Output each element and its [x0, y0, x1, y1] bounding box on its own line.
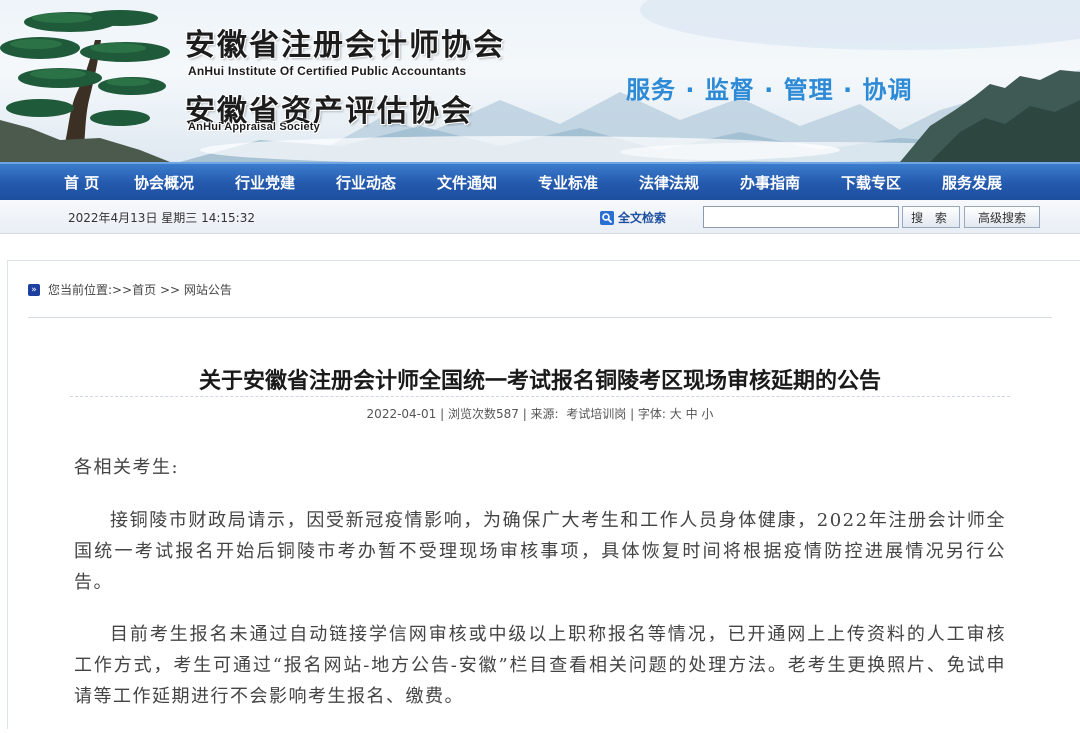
double-chevron-icon: »	[28, 283, 40, 296]
org-name-cpa: 安徽省注册会计师协会	[185, 28, 505, 63]
article-title: 关于安徽省注册会计师全国统一考试报名铜陵考区现场审核延期的公告	[198, 369, 881, 394]
slogan: 服务 · 监督 · 管理 · 协调	[626, 76, 913, 104]
magnifier-icon	[600, 210, 614, 225]
nav-item-news[interactable]: 行业动态	[336, 172, 437, 193]
font-size-label: 字体:	[637, 407, 666, 421]
article-body: 各相关考生: 接铜陵市财政局请示，因受新冠疫情影响，为确保广大考生和工作人员身体…	[74, 452, 1006, 733]
nav-item-laws[interactable]: 法律法规	[639, 172, 740, 193]
main-nav: 首 页 协会概况 行业党建 行业动态 文件通知 专业标准 法律法规 办事指南 下…	[0, 162, 1080, 200]
nav-item-party[interactable]: 行业党建	[235, 172, 336, 193]
org-name-appraisal-en: AnHui Appraisal Society	[188, 121, 320, 133]
search-button[interactable]: 搜 索	[902, 206, 960, 228]
nav-item-services[interactable]: 服务发展	[942, 172, 1043, 193]
advanced-search-button[interactable]: 高级搜索	[964, 206, 1040, 228]
source-label: 来源:	[530, 407, 559, 421]
article-paragraph: 接铜陵市财政局请示，因受新冠疫情影响，为确保广大考生和工作人员身体健康，2022…	[74, 510, 1006, 593]
font-size-options[interactable]: 大 中 小	[670, 407, 714, 421]
article-paragraph: 目前考生报名未通过自动链接学信网审核或中级以上职称报名等情况，已开通网上上传资料…	[74, 624, 1006, 707]
nav-item-downloads[interactable]: 下载专区	[841, 172, 942, 193]
nav-item-standards[interactable]: 专业标准	[538, 172, 639, 193]
fulltext-search-link[interactable]: 全文检索	[600, 209, 666, 226]
article-greeting: 各相关考生:	[74, 457, 180, 478]
title-divider	[70, 396, 1010, 397]
article-meta: 2022-04-01 | 浏览次数587 | 来源: 考试培训岗 | 字体: 大…	[366, 407, 714, 421]
nav-item-home[interactable]: 首 页	[64, 172, 134, 193]
site-banner: 安徽省注册会计师协会 AnHui Institute Of Certified …	[0, 0, 1080, 162]
nav-item-notices[interactable]: 文件通知	[437, 172, 538, 193]
nav-item-about[interactable]: 协会概况	[134, 172, 235, 193]
org-name-cpa-en: AnHui Institute Of Certified Public Acco…	[188, 64, 467, 78]
date-time: 2022年4月13日 星期三 14:15:32	[68, 211, 255, 225]
banner-landscape	[0, 0, 1080, 162]
article-source: 考试培训岗	[566, 407, 627, 421]
article-date: 2022-04-01	[366, 407, 437, 421]
nav-item-guide[interactable]: 办事指南	[740, 172, 841, 193]
utility-bar: 2022年4月13日 星期三 14:15:32 全文检索 搜 索 高级搜索	[0, 200, 1080, 234]
fulltext-search-label: 全文检索	[618, 211, 667, 225]
breadcrumb: » 您当前位置:>>首页 >> 网站公告	[28, 281, 232, 298]
breadcrumb-text: 您当前位置:>>首页 >> 网站公告	[48, 283, 232, 297]
search-input[interactable]	[703, 206, 899, 228]
article-views: 浏览次数587	[447, 407, 519, 421]
divider	[28, 317, 1052, 318]
